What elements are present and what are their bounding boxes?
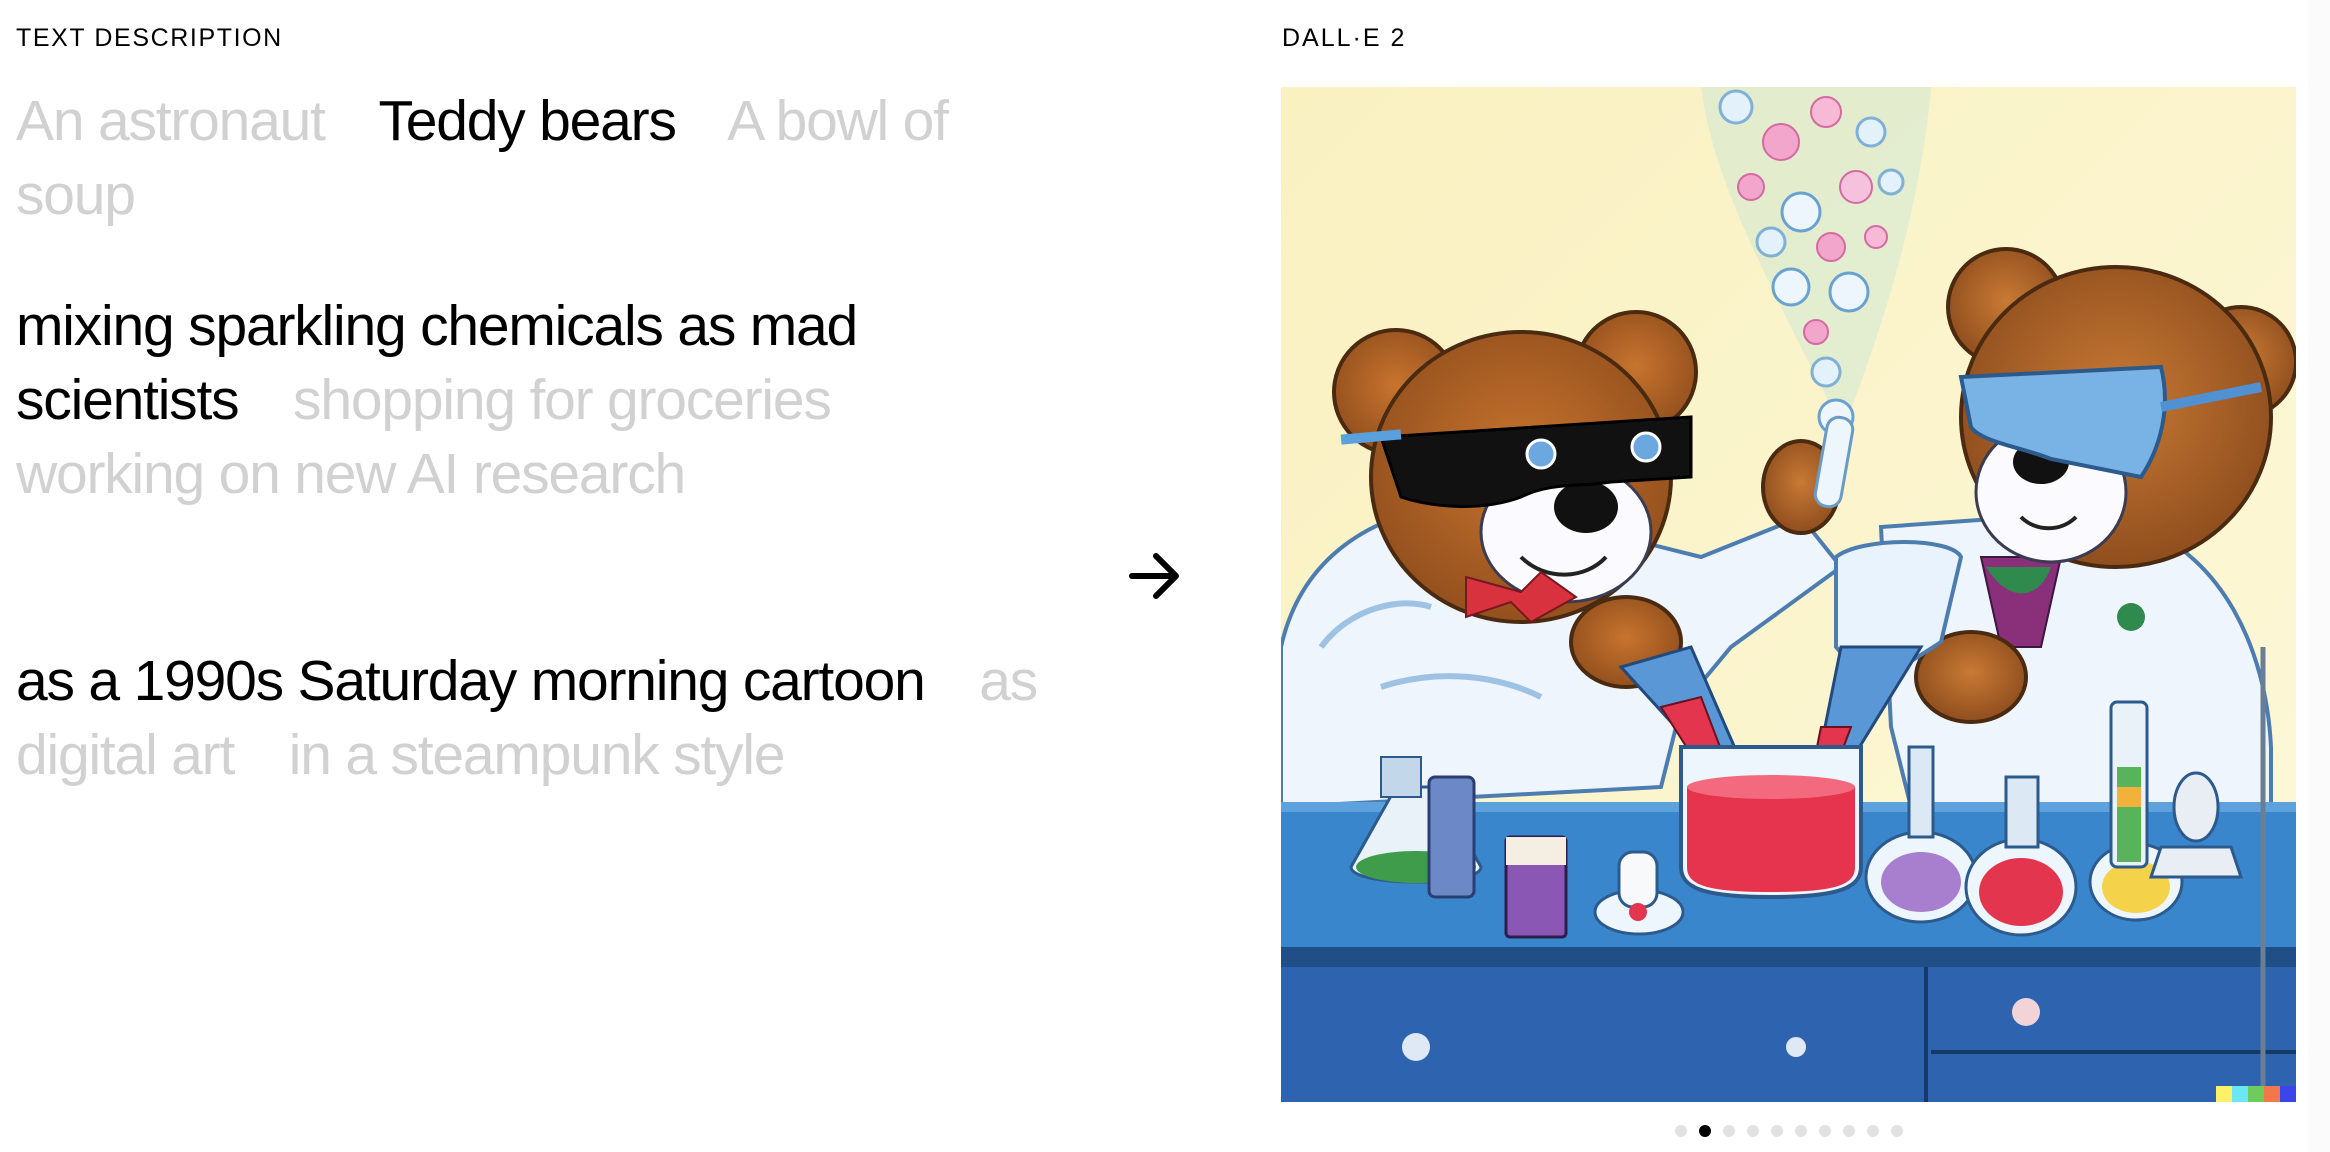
carousel-dot-10[interactable] (1891, 1125, 1903, 1137)
carousel-dot-1[interactable] (1675, 1125, 1687, 1137)
watermark-swatch (2280, 1086, 2296, 1102)
drawer-knob (2012, 998, 2040, 1026)
prompt-option-working-on-ai-research[interactable]: working on new AI research (16, 442, 686, 506)
carousel-dot-5[interactable] (1771, 1125, 1783, 1137)
watermark-swatch (2248, 1086, 2264, 1102)
carousel-dot-2[interactable] (1699, 1125, 1711, 1137)
carousel-dot-3[interactable] (1723, 1125, 1735, 1137)
carousel-dot-8[interactable] (1843, 1125, 1855, 1137)
prompt-option-teddy-bears[interactable]: Teddy bears (378, 89, 677, 153)
prompt-option-shopping-for-groceries[interactable]: shopping for groceries (293, 368, 832, 432)
carousel-pagination (1675, 1125, 1903, 1137)
teddy-bear-scientists-illustration (1281, 87, 2296, 1102)
page: TEXT DESCRIPTION An astronaut Teddy bear… (0, 0, 2330, 1152)
watermark-swatch (2264, 1086, 2280, 1102)
drawer-knob (1402, 1033, 1430, 1061)
carousel-dot-9[interactable] (1867, 1125, 1879, 1137)
bottle-blue (1427, 775, 1476, 899)
bench-cabinet (1281, 967, 2296, 1102)
dalle-2-label: DALL·E 2 (1282, 24, 1407, 52)
dalle-watermark (2216, 1086, 2296, 1102)
prompt-option-steampunk-style[interactable]: in a steampunk style (289, 723, 786, 787)
carousel-dot-4[interactable] (1747, 1125, 1759, 1137)
text-description-label: TEXT DESCRIPTION (16, 24, 283, 52)
carousel-dot-7[interactable] (1819, 1125, 1831, 1137)
prompt-option-an-astronaut[interactable]: An astronaut (16, 89, 326, 153)
arrow-right-icon (1129, 553, 1179, 599)
mirror-stand (2172, 771, 2220, 843)
prompt-group-action: mixing sparkling chemicals as mad scient… (16, 289, 1056, 511)
scrollbar-gutter (2308, 0, 2330, 1152)
prompt-group-subject: An astronaut Teddy bears A bowl of soup (16, 84, 1056, 232)
prompt-group-style: as a 1990s Saturday morning cartoon as d… (16, 644, 1056, 792)
drawer-knob (1786, 1037, 1806, 1057)
red-liquid (1687, 787, 1855, 892)
prompt-option-1990s-cartoon[interactable]: as a 1990s Saturday morning cartoon (16, 649, 926, 713)
watermark-swatch (2216, 1086, 2232, 1102)
left-bear-nose (1554, 481, 1618, 533)
carousel-dot-6[interactable] (1795, 1125, 1807, 1137)
watermark-swatch (2232, 1086, 2248, 1102)
generated-image (1281, 87, 2296, 1102)
